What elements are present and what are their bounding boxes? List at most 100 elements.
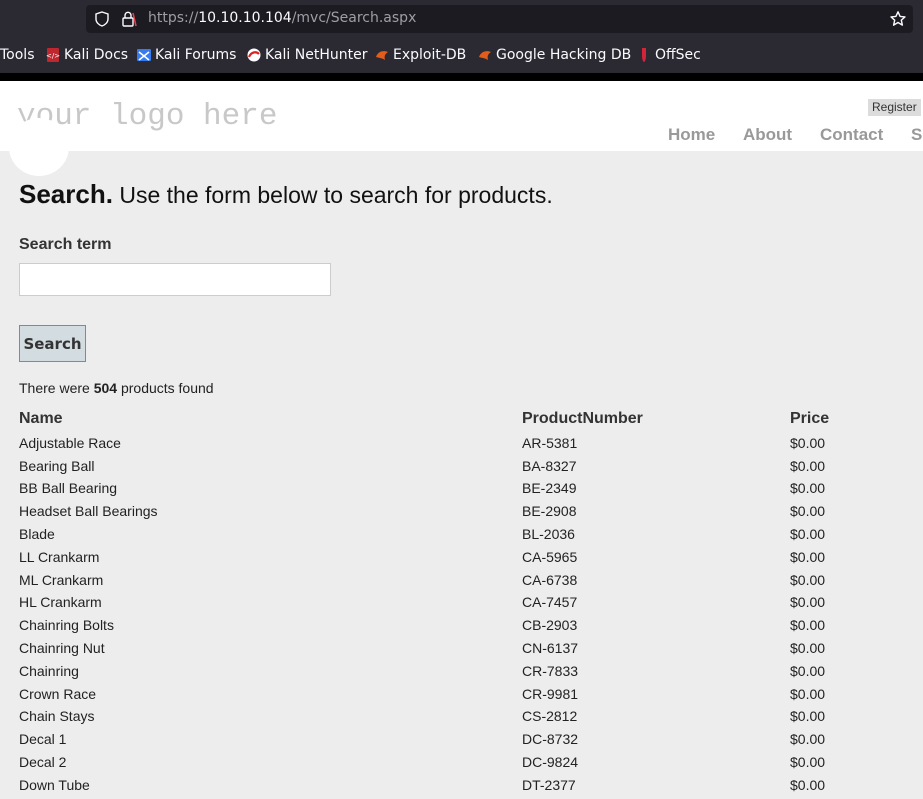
cell-productnumber: CR-7833 bbox=[522, 663, 579, 679]
cell-name: Blade bbox=[19, 526, 55, 542]
column-header-name: Name bbox=[19, 410, 63, 427]
cell-name: LL Crankarm bbox=[19, 549, 100, 565]
table-row: BB Ball Bearing BE-2349 $0.00 bbox=[19, 480, 923, 502]
url-scheme: https:// bbox=[148, 10, 199, 26]
cell-price: $0.00 bbox=[790, 435, 826, 451]
bookmark-label: Kali Forums bbox=[155, 47, 237, 63]
nav-contact[interactable]: Contact bbox=[820, 125, 883, 145]
cell-name: HL Crankarm bbox=[19, 594, 102, 610]
cell-productnumber: CA-5965 bbox=[522, 549, 578, 565]
table-row: Decal 1 DC-8732 $0.00 bbox=[19, 731, 923, 753]
cell-productnumber: BL-2036 bbox=[522, 526, 575, 542]
cell-price: $0.00 bbox=[790, 549, 826, 565]
bookmark-label: Kali Docs bbox=[64, 47, 129, 63]
cell-productnumber: CR-9981 bbox=[522, 686, 579, 702]
cell-price: $0.00 bbox=[790, 731, 826, 747]
table-row: HL Crankarm CA-7457 $0.00 bbox=[19, 594, 923, 616]
cell-productnumber: BE-2349 bbox=[522, 480, 577, 496]
logo-decoration bbox=[9, 118, 69, 176]
kali-forums-icon bbox=[137, 49, 151, 61]
bookmark-label: Kali NetHunter bbox=[265, 47, 368, 63]
cell-productnumber: CA-7457 bbox=[522, 594, 578, 610]
cell-price: $0.00 bbox=[790, 708, 826, 724]
cell-price: $0.00 bbox=[790, 458, 826, 474]
table-row: Chain Stays CS-2812 $0.00 bbox=[19, 708, 923, 730]
count-suffix: products found bbox=[120, 380, 214, 396]
site-header: your logo here Register Home About Conta… bbox=[0, 81, 923, 151]
cell-name: Bearing Ball bbox=[19, 458, 95, 474]
cell-name: Chain Stays bbox=[19, 708, 95, 724]
bookmark-label: Exploit-DB bbox=[393, 47, 467, 63]
cell-price: $0.00 bbox=[790, 754, 826, 770]
bookmark-google-hacking-db[interactable]: Google Hacking DB bbox=[477, 44, 631, 66]
bookmark-star-icon[interactable] bbox=[889, 10, 907, 28]
nav-truncated[interactable]: S bbox=[911, 125, 922, 145]
cell-productnumber: BA-8327 bbox=[522, 458, 577, 474]
cell-productnumber: CA-6738 bbox=[522, 572, 578, 588]
cell-price: $0.00 bbox=[790, 686, 826, 702]
cell-price: $0.00 bbox=[790, 663, 826, 679]
nav-about[interactable]: About bbox=[743, 125, 792, 145]
table-row: Blade BL-2036 $0.00 bbox=[19, 526, 923, 548]
page-subtitle: Use the form below to search for product… bbox=[119, 182, 553, 208]
cell-price: $0.00 bbox=[790, 617, 826, 633]
cell-name: Headset Ball Bearings bbox=[19, 503, 158, 519]
result-count: There were 504 products found bbox=[19, 380, 214, 396]
bookmark-kali-forums[interactable]: Kali Forums bbox=[136, 44, 236, 66]
browser-chrome: https://10.10.10.104/mvc/Search.aspx Too… bbox=[0, 0, 923, 73]
offsec-icon bbox=[642, 48, 646, 62]
cell-price: $0.00 bbox=[790, 572, 826, 588]
cell-name: Decal 2 bbox=[19, 754, 67, 770]
cell-productnumber: DC-9824 bbox=[522, 754, 579, 770]
table-row: Down Tube DT-2377 $0.00 bbox=[19, 777, 923, 799]
address-bar[interactable]: https://10.10.10.104/mvc/Search.aspx bbox=[86, 5, 913, 33]
svg-text:</>: </> bbox=[46, 52, 60, 60]
register-link[interactable]: Register bbox=[868, 99, 921, 116]
cell-price: $0.00 bbox=[790, 777, 826, 793]
shield-icon[interactable] bbox=[94, 11, 110, 27]
search-term-label: Search term bbox=[19, 236, 112, 253]
table-row: Crown Race CR-9981 $0.00 bbox=[19, 686, 923, 708]
cell-productnumber: DC-8732 bbox=[522, 731, 579, 747]
kali-docs-icon: </> bbox=[46, 48, 60, 62]
bookmark-exploit-db[interactable]: Exploit-DB bbox=[374, 44, 466, 66]
cell-productnumber: CB-2903 bbox=[522, 617, 578, 633]
page-title: Search. Use the form below to search for… bbox=[19, 179, 553, 210]
nav-home[interactable]: Home bbox=[668, 125, 715, 145]
bookmark-label: Tools bbox=[0, 47, 35, 63]
cell-name: BB Ball Bearing bbox=[19, 480, 118, 496]
url-path: /mvc/Search.aspx bbox=[291, 10, 417, 26]
bookmark-kali-nethunter[interactable]: Kali NetHunter bbox=[246, 44, 367, 66]
cell-price: $0.00 bbox=[790, 594, 826, 610]
url-host: 10.10.10.104 bbox=[198, 10, 292, 26]
bookmark-tools[interactable]: Tools bbox=[0, 44, 35, 66]
cell-name: Chainring Nut bbox=[19, 640, 105, 656]
cell-name: Down Tube bbox=[19, 777, 90, 793]
table-row: ML Crankarm CA-6738 $0.00 bbox=[19, 572, 923, 594]
cell-price: $0.00 bbox=[790, 640, 826, 656]
cell-price: $0.00 bbox=[790, 526, 826, 542]
bookmark-offsec[interactable]: OffSec bbox=[636, 44, 701, 66]
table-row: Decal 2 DC-9824 $0.00 bbox=[19, 754, 923, 776]
url-text[interactable]: https://10.10.10.104/mvc/Search.aspx bbox=[148, 10, 416, 26]
exploit-db-icon bbox=[376, 51, 388, 60]
ghdb-icon bbox=[479, 51, 491, 60]
table-row: Chainring CR-7833 $0.00 bbox=[19, 663, 923, 685]
table-row: Chainring Bolts CB-2903 $0.00 bbox=[19, 617, 923, 639]
cell-productnumber: CS-2812 bbox=[522, 708, 578, 724]
table-row: Adjustable Race AR-5381 $0.00 bbox=[19, 435, 923, 457]
table-row: Bearing Ball BA-8327 $0.00 bbox=[19, 458, 923, 480]
cell-name: Crown Race bbox=[19, 686, 97, 702]
search-button[interactable]: Search bbox=[19, 325, 86, 362]
search-input[interactable] bbox=[19, 263, 331, 296]
cell-name: Chainring Bolts bbox=[19, 617, 114, 633]
bookmarks-toolbar: Tools </> Kali Docs Kali Forums Kali Net… bbox=[0, 44, 923, 66]
count-prefix: There were bbox=[19, 380, 90, 396]
table-row: Headset Ball Bearings BE-2908 $0.00 bbox=[19, 503, 923, 525]
lock-icon[interactable] bbox=[120, 10, 138, 28]
cell-name: Chainring bbox=[19, 663, 79, 679]
bookmark-kali-docs[interactable]: </> Kali Docs bbox=[45, 44, 128, 66]
cell-productnumber: DT-2377 bbox=[522, 777, 576, 793]
cell-name: Adjustable Race bbox=[19, 435, 121, 451]
cell-productnumber: BE-2908 bbox=[522, 503, 577, 519]
